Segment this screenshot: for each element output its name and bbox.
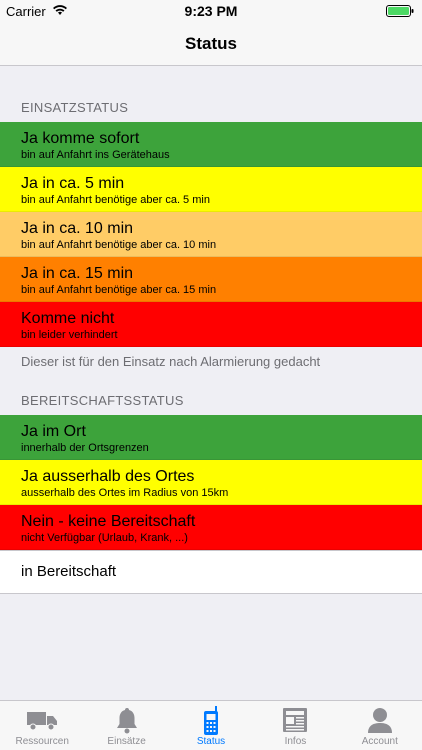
status-option-title: Ja in ca. 15 min (21, 265, 134, 282)
truck-icon (26, 706, 58, 737)
tab-account[interactable]: Account (338, 701, 422, 750)
status-option-title: Ja ausserhalb des Ortes (21, 468, 195, 485)
status-option-title: Ja komme sofort (21, 130, 140, 147)
status-option-title: Komme nicht (21, 310, 115, 327)
section-header-einsatzstatus: EINSATZSTATUS (21, 100, 129, 115)
tab-status[interactable]: Status (169, 701, 253, 750)
tab-label: Einsätze (107, 736, 146, 747)
status-option-keine-bereitschaft[interactable]: Nein - keine Bereitschaft nicht Verfügba… (0, 505, 422, 550)
tab-label: Ressourcen (15, 736, 69, 747)
bell-icon (114, 706, 140, 739)
tab-ressourcen[interactable]: Ressourcen (0, 701, 84, 750)
status-option-ausserhalb[interactable]: Ja ausserhalb des Ortes ausserhalb des O… (0, 460, 422, 505)
tab-bar: Ressourcen Einsätze Status Infos Account (0, 700, 422, 750)
person-icon (366, 706, 394, 739)
status-option-subtitle: bin auf Anfahrt benötige aber ca. 15 min (21, 284, 217, 296)
clock: 9:23 PM (184, 3, 238, 19)
navigation-bar: Status (0, 22, 422, 66)
battery-icon (386, 5, 414, 20)
tab-label: Account (361, 736, 398, 747)
newspaper-icon (281, 706, 309, 739)
status-option-komme-nicht[interactable]: Komme nicht bin leider verhindert (0, 302, 422, 347)
current-status-label: in Bereitschaft (21, 563, 117, 580)
status-option-subtitle: bin auf Anfahrt ins Gerätehaus (21, 149, 170, 161)
tab-label: Infos (284, 736, 307, 747)
status-option-subtitle: innerhalb der Ortsgrenzen (21, 442, 149, 454)
status-option-subtitle: nicht Verfügbar (Urlaub, Krank, ...) (21, 532, 188, 544)
tab-einsaetze[interactable]: Einsätze (84, 701, 168, 750)
status-option-title: Ja in ca. 5 min (21, 175, 125, 192)
status-option-subtitle: bin auf Anfahrt benötige aber ca. 5 min (21, 194, 210, 206)
tab-label: Status (196, 736, 226, 747)
status-option-im-ort[interactable]: Ja im Ort innerhalb der Ortsgrenzen (0, 415, 422, 460)
page-title: Status (185, 34, 237, 53)
status-option-title: Nein - keine Bereitschaft (21, 513, 196, 530)
status-option-subtitle: bin auf Anfahrt benötige aber ca. 10 min (21, 239, 217, 251)
tab-infos[interactable]: Infos (253, 701, 337, 750)
status-option-15min[interactable]: Ja in ca. 15 min bin auf Anfahrt benötig… (0, 257, 422, 302)
status-option-5min[interactable]: Ja in ca. 5 min bin auf Anfahrt benötige… (0, 167, 422, 212)
status-option-subtitle: ausserhalb des Ortes im Radius von 15km (21, 487, 229, 499)
current-status-row[interactable]: in Bereitschaft (0, 550, 422, 594)
section-header-bereitschaftsstatus: BEREITSCHAFTSSTATUS (21, 393, 184, 408)
section-footer-einsatzstatus: Dieser ist für den Einsatz nach Alarmier… (21, 354, 321, 369)
status-bar: Carrier 9:23 PM (0, 0, 422, 22)
status-option-10min[interactable]: Ja in ca. 10 min bin auf Anfahrt benötig… (0, 212, 422, 257)
status-option-sofort[interactable]: Ja komme sofort bin auf Anfahrt ins Gerä… (0, 122, 422, 167)
status-option-title: Ja im Ort (21, 423, 86, 440)
status-option-title: Ja in ca. 10 min (21, 220, 134, 237)
status-option-subtitle: bin leider verhindert (21, 329, 118, 341)
